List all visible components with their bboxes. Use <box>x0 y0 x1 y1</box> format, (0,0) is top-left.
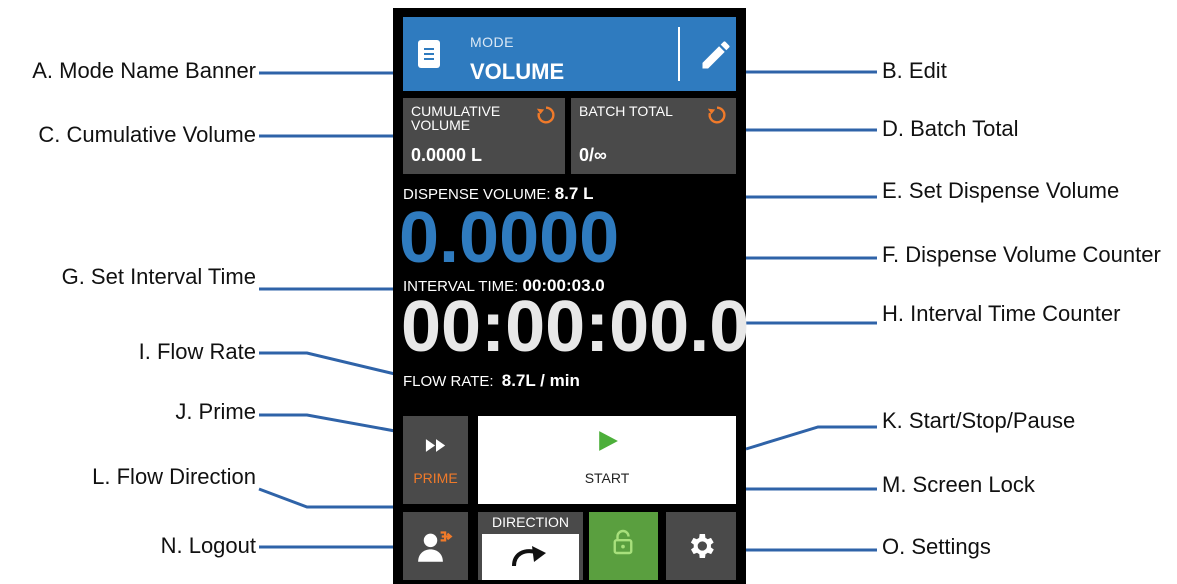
prime-label: PRIME <box>413 470 458 486</box>
flow-rate-label: FLOW RATE: <box>403 373 494 390</box>
gear-icon <box>690 534 714 558</box>
mode-value: VOLUME <box>470 59 565 84</box>
device-screen: MODE VOLUME CUMULATIVE VOLUME 0.0000 L B… <box>393 8 750 584</box>
flow-direction-control[interactable]: DIRECTION <box>478 512 583 580</box>
callout-e: E. Set Dispense Volume <box>882 178 1120 203</box>
leader-i <box>259 351 396 376</box>
mode-label: MODE <box>470 34 514 50</box>
callout-i: I. Flow Rate <box>138 339 256 364</box>
callout-o: O. Settings <box>882 534 991 559</box>
flow-rate-value: 8.7L / min <box>501 371 580 390</box>
mode-name-banner[interactable]: MODE VOLUME <box>403 17 736 91</box>
callout-b: B. Edit <box>882 58 947 83</box>
start-button[interactable]: START <box>478 416 736 504</box>
batch-total-value: 0/∞ <box>579 145 607 165</box>
batch-total-label: BATCH TOTAL <box>579 103 673 119</box>
callout-j: J. Prime <box>175 399 256 424</box>
unlock-icon <box>613 529 633 555</box>
cumulative-volume-tile: CUMULATIVE VOLUME 0.0000 L <box>403 98 565 174</box>
reset-icon[interactable] <box>535 104 557 126</box>
batch-total-tile: BATCH TOTAL 0/∞ <box>571 98 736 174</box>
logout-icon <box>418 531 453 562</box>
callout-d: D. Batch Total <box>882 116 1019 141</box>
callout-f: F. Dispense Volume Counter <box>882 242 1161 267</box>
logout-button[interactable] <box>403 512 468 580</box>
play-icon <box>599 431 618 451</box>
fast-forward-icon <box>425 439 446 452</box>
direction-toggle[interactable] <box>482 534 579 580</box>
reset-icon[interactable] <box>706 104 728 126</box>
dispense-volume-counter: 0.0000 <box>399 198 620 278</box>
callout-a: A. Mode Name Banner <box>32 58 256 83</box>
clockwise-arrow-icon <box>512 546 546 567</box>
direction-label: DIRECTION <box>492 514 569 530</box>
callout-c: C. Cumulative Volume <box>38 122 256 147</box>
start-label: START <box>584 470 630 486</box>
interval-time-counter: 00:00:00.0 <box>401 287 750 367</box>
cumulative-volume-label: CUMULATIVE VOLUME <box>411 103 501 133</box>
callout-g: G. Set Interval Time <box>61 264 256 289</box>
callout-k: K. Start/Stop/Pause <box>882 408 1076 433</box>
banner-divider <box>678 27 680 81</box>
callout-h: H. Interval Time Counter <box>882 301 1121 326</box>
leader-j <box>259 413 396 433</box>
document-icon <box>418 40 440 68</box>
leader-k <box>745 425 877 451</box>
screen-lock-button[interactable] <box>589 512 658 580</box>
callout-n: N. Logout <box>160 533 256 558</box>
callout-m: M. Screen Lock <box>882 472 1035 497</box>
pencil-icon[interactable] <box>698 37 734 73</box>
settings-button[interactable] <box>666 512 736 580</box>
cumulative-volume-value: 0.0000 L <box>411 145 483 165</box>
prime-button[interactable]: PRIME <box>403 416 468 504</box>
flow-rate-display: FLOW RATE: 8.7L / min <box>403 371 580 391</box>
callout-l: L. Flow Direction <box>92 464 256 489</box>
